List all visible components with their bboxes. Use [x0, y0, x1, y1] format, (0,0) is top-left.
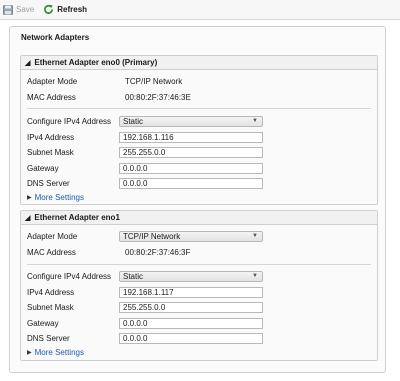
- collapse-caret-icon[interactable]: ◢: [25, 214, 30, 222]
- adapter-mode-value: TCP/IP Network: [123, 232, 181, 241]
- configure-value: Static: [123, 272, 144, 281]
- dns-label: DNS Server: [27, 179, 70, 188]
- adapter-eno1-title: Ethernet Adapter eno1: [34, 213, 120, 222]
- adapter-eno0-section: ◢ Ethernet Adapter eno0 (Primary) Adapte…: [20, 55, 378, 205]
- save-label: Save: [16, 5, 35, 14]
- adapter-eno0-header[interactable]: ◢ Ethernet Adapter eno0 (Primary): [21, 56, 377, 70]
- chevron-down-icon: ▼: [252, 273, 258, 279]
- adapter-mode-row: Adapter Mode: [27, 76, 115, 87]
- gateway-row: Gateway: [27, 318, 115, 329]
- configure-ipv4-select[interactable]: Static ▼: [119, 271, 263, 282]
- ipv4-row: IPv4 Address: [27, 287, 115, 298]
- configure-label: Configure IPv4 Address: [27, 272, 112, 281]
- adapter-eno1-section: ◢ Ethernet Adapter eno1 Adapter Mode TCP…: [20, 210, 378, 361]
- more-settings-link[interactable]: ▶ More Settings: [27, 193, 84, 202]
- mac-text: 00:80:2F:37:46:3F: [125, 248, 191, 257]
- more-settings-label: More Settings: [34, 348, 84, 357]
- ipv4-input[interactable]: 192.168.1.116: [119, 132, 263, 143]
- gateway-input[interactable]: 0.0.0.0: [119, 163, 263, 174]
- refresh-button[interactable]: Refresh: [43, 2, 87, 18]
- ipv4-label: IPv4 Address: [27, 133, 75, 142]
- save-icon: [3, 4, 13, 15]
- more-settings-label: More Settings: [34, 193, 84, 202]
- gateway-label: Gateway: [27, 319, 59, 328]
- mac-value: 00:80:2F:37:46:3F: [125, 247, 190, 258]
- more-settings-link[interactable]: ▶ More Settings: [27, 348, 84, 357]
- subnet-label: Subnet Mask: [27, 303, 74, 312]
- mac-value: 00:80:2F:37:46:3E: [125, 92, 191, 103]
- refresh-label: Refresh: [57, 5, 88, 14]
- expand-triangle-icon: ▶: [27, 350, 32, 356]
- gateway-label: Gateway: [27, 164, 59, 173]
- mac-row: MAC Address: [27, 247, 115, 258]
- divider: [27, 264, 371, 265]
- configure-row: Configure IPv4 Address: [27, 116, 115, 127]
- adapter-mode-label: Adapter Mode: [27, 232, 78, 241]
- mac-row: MAC Address: [27, 92, 115, 103]
- panel-title: Network Adapters: [21, 33, 90, 42]
- adapter-mode-select[interactable]: TCP/IP Network ▼: [119, 231, 263, 242]
- save-button[interactable]: Save: [3, 2, 34, 18]
- adapter-mode-label: Adapter Mode: [27, 77, 78, 86]
- expand-triangle-icon: ▶: [27, 195, 32, 201]
- dns-row: DNS Server: [27, 178, 115, 189]
- adapter-mode-text: TCP/IP Network: [125, 77, 183, 86]
- subnet-input[interactable]: 255.255.0.0: [119, 302, 263, 313]
- chevron-down-icon: ▼: [252, 118, 258, 124]
- configure-ipv4-select[interactable]: Static ▼: [119, 116, 263, 127]
- configure-label: Configure IPv4 Address: [27, 117, 112, 126]
- subnet-row: Subnet Mask: [27, 147, 115, 158]
- adapter-mode-row: Adapter Mode: [27, 231, 115, 242]
- adapter-eno1-header[interactable]: ◢ Ethernet Adapter eno1: [21, 211, 377, 225]
- toolbar: Save Refresh: [0, 0, 400, 20]
- refresh-icon: [44, 4, 54, 14]
- ipv4-row: IPv4 Address: [27, 132, 115, 143]
- adapter-mode-value: TCP/IP Network: [125, 76, 182, 87]
- dns-input[interactable]: 0.0.0.0: [119, 333, 263, 344]
- collapse-caret-icon[interactable]: ◢: [25, 59, 30, 67]
- divider: [27, 108, 371, 109]
- dns-label: DNS Server: [27, 334, 70, 343]
- adapter-eno0-title: Ethernet Adapter eno0 (Primary): [34, 58, 158, 67]
- subnet-input[interactable]: 255.255.0.0: [119, 147, 263, 158]
- ipv4-label: IPv4 Address: [27, 288, 75, 297]
- chevron-down-icon: ▼: [252, 233, 258, 239]
- gateway-row: Gateway: [27, 163, 115, 174]
- network-adapters-panel: Network Adapters ◢ Ethernet Adapter eno0…: [9, 26, 386, 373]
- dns-row: DNS Server: [27, 333, 115, 344]
- mac-label: MAC Address: [27, 248, 76, 257]
- configure-value: Static: [123, 117, 144, 126]
- subnet-label: Subnet Mask: [27, 148, 74, 157]
- mac-label: MAC Address: [27, 93, 76, 102]
- mac-text: 00:80:2F:37:46:3E: [125, 93, 191, 102]
- ipv4-input[interactable]: 192.168.1.117: [119, 287, 263, 298]
- gateway-input[interactable]: 0.0.0.0: [119, 318, 263, 329]
- subnet-row: Subnet Mask: [27, 302, 115, 313]
- dns-input[interactable]: 0.0.0.0: [119, 178, 263, 189]
- configure-row: Configure IPv4 Address: [27, 271, 115, 282]
